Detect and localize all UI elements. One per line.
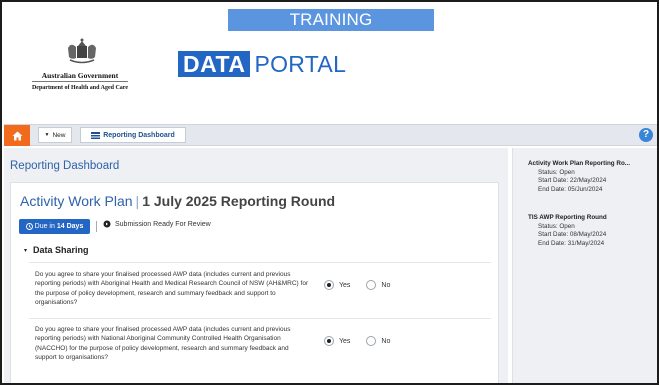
home-icon (12, 131, 22, 140)
radio-yes[interactable]: Yes (324, 336, 350, 346)
radio-yes-label: Yes (339, 337, 351, 345)
section-divider (29, 262, 491, 263)
radio-no-label: No (381, 281, 391, 289)
radio-unselected-icon (366, 336, 377, 346)
data-sharing-section-toggle[interactable]: ▾ Data Sharing (24, 245, 89, 255)
home-button[interactable] (4, 125, 30, 146)
sidebar-round-start: Start Date: 08/May/2024 (538, 231, 607, 239)
due-badge: Due in 14 Days (19, 219, 90, 234)
title-separator: | (135, 193, 140, 209)
sidebar-round-title: TIS AWP Reporting Round (528, 214, 607, 221)
question-naccho: Do you agree to share your finalised pro… (35, 326, 291, 361)
tab-reporting-dashboard-label: Reporting Dashboard (103, 131, 175, 139)
sidebar-round-title: Activity Work Plan Reporting Ro... (528, 160, 631, 167)
submission-status: Submission Ready For Review (103, 220, 211, 228)
gov-name: Australian Government (41, 71, 119, 80)
radio-yes-label: Yes (339, 281, 351, 289)
navigation-bar: ▼ New Reporting Dashboard ? (4, 124, 657, 146)
reporting-round: 1 July 2025 Reporting Round (142, 193, 336, 209)
question-naccho-options: Yes No (324, 336, 390, 346)
data-portal-logo[interactable]: DATA PORTAL (178, 50, 346, 78)
question-ahmrc: Do you agree to share your finalised pro… (35, 271, 309, 306)
question-ahmrc-options: Yes No (324, 280, 390, 290)
chevron-down-icon: ▾ (24, 247, 28, 254)
caret-down-icon: ▼ (44, 132, 50, 138)
radio-no[interactable]: No (366, 336, 390, 346)
sidebar-round-item[interactable]: TIS AWP Reporting Round Status: Open Sta… (528, 214, 607, 249)
page-title: Reporting Dashboard (10, 160, 120, 172)
sidebar-round-start: Start Date: 22/May/2024 (538, 177, 607, 185)
sidebar-round-end: End Date: 31/May/2024 (538, 240, 605, 248)
dashboard-icon (91, 131, 101, 139)
status-indicator-icon (103, 220, 111, 228)
radio-no-label: No (381, 337, 391, 345)
sidebar-round-status: Status: Open (538, 222, 575, 230)
new-menu-label: New (52, 131, 66, 139)
new-menu-button[interactable]: ▼ New (38, 127, 72, 143)
question-divider (29, 318, 491, 319)
training-environment-banner: TRAINING ENVIRONMENT (228, 9, 434, 51)
due-prefix: Due in (34, 223, 55, 230)
section-title: Data Sharing (33, 245, 89, 255)
gov-department: Department of Health and Aged Care (31, 85, 129, 91)
clock-icon (25, 223, 33, 230)
coat-of-arms-icon (68, 38, 96, 64)
sidebar-round-end: End Date: 05/Jun/2024 (538, 186, 603, 194)
radio-unselected-icon (366, 280, 377, 290)
australian-government-logo: Australian Government Department of Heal… (10, 38, 150, 98)
radio-yes[interactable]: Yes (324, 280, 350, 290)
gov-divider (32, 81, 128, 82)
radio-selected-icon (324, 336, 334, 346)
sidebar-round-item[interactable]: Activity Work Plan Reporting Ro... Statu… (528, 160, 630, 195)
submission-status-text: Submission Ready For Review (115, 220, 211, 228)
awp-title[interactable]: Activity Work Plan (20, 193, 133, 209)
radio-no[interactable]: No (366, 280, 390, 290)
awp-heading: Activity Work Plan | 1 July 2025 Reporting… (20, 193, 335, 209)
help-icon[interactable]: ? (639, 128, 653, 142)
portal-logo-strong: DATA (178, 51, 251, 77)
status-divider (96, 221, 97, 232)
due-value: 14 Days (56, 223, 84, 230)
radio-selected-icon (324, 280, 334, 290)
sidebar-round-status: Status: Open (538, 168, 575, 176)
tab-reporting-dashboard[interactable]: Reporting Dashboard (80, 127, 186, 143)
app-frame: TRAINING ENVIRONMENT Australian Governme… (0, 0, 659, 385)
portal-logo-light: PORTAL (254, 51, 347, 77)
